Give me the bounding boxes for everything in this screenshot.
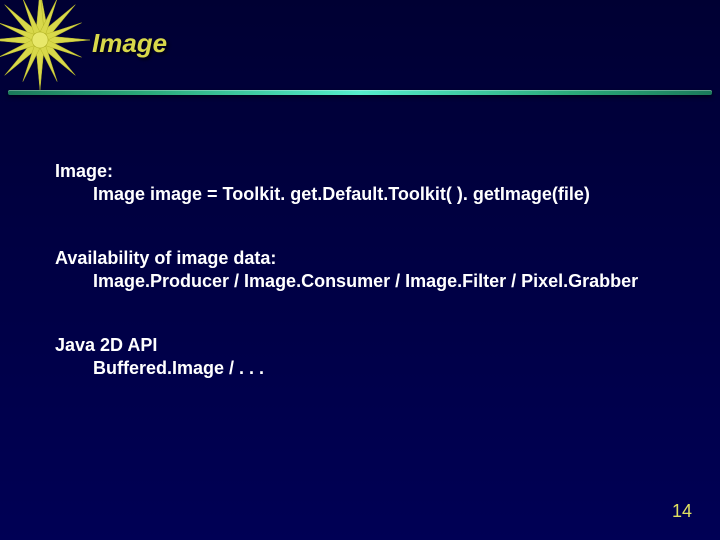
section-heading: Java 2D API — [55, 334, 690, 357]
section-image: Image: Image image = Toolkit. get.Defaul… — [55, 160, 690, 207]
title-underline — [8, 90, 712, 95]
slide-header: Image — [0, 0, 720, 90]
section-java2d: Java 2D API Buffered.Image / . . . — [55, 334, 690, 381]
section-heading: Image: — [55, 160, 690, 183]
page-number: 14 — [672, 501, 692, 522]
starburst-icon — [0, 0, 90, 90]
slide-content: Image: Image image = Toolkit. get.Defaul… — [55, 160, 690, 420]
section-availability: Availability of image data: Image.Produc… — [55, 247, 690, 294]
section-heading: Availability of image data: — [55, 247, 690, 270]
section-body: Buffered.Image / . . . — [55, 357, 690, 380]
section-body: Image image = Toolkit. get.Default.Toolk… — [55, 183, 690, 206]
slide-title: Image — [92, 28, 167, 59]
section-body: Image.Producer / Image.Consumer / Image.… — [55, 270, 690, 293]
